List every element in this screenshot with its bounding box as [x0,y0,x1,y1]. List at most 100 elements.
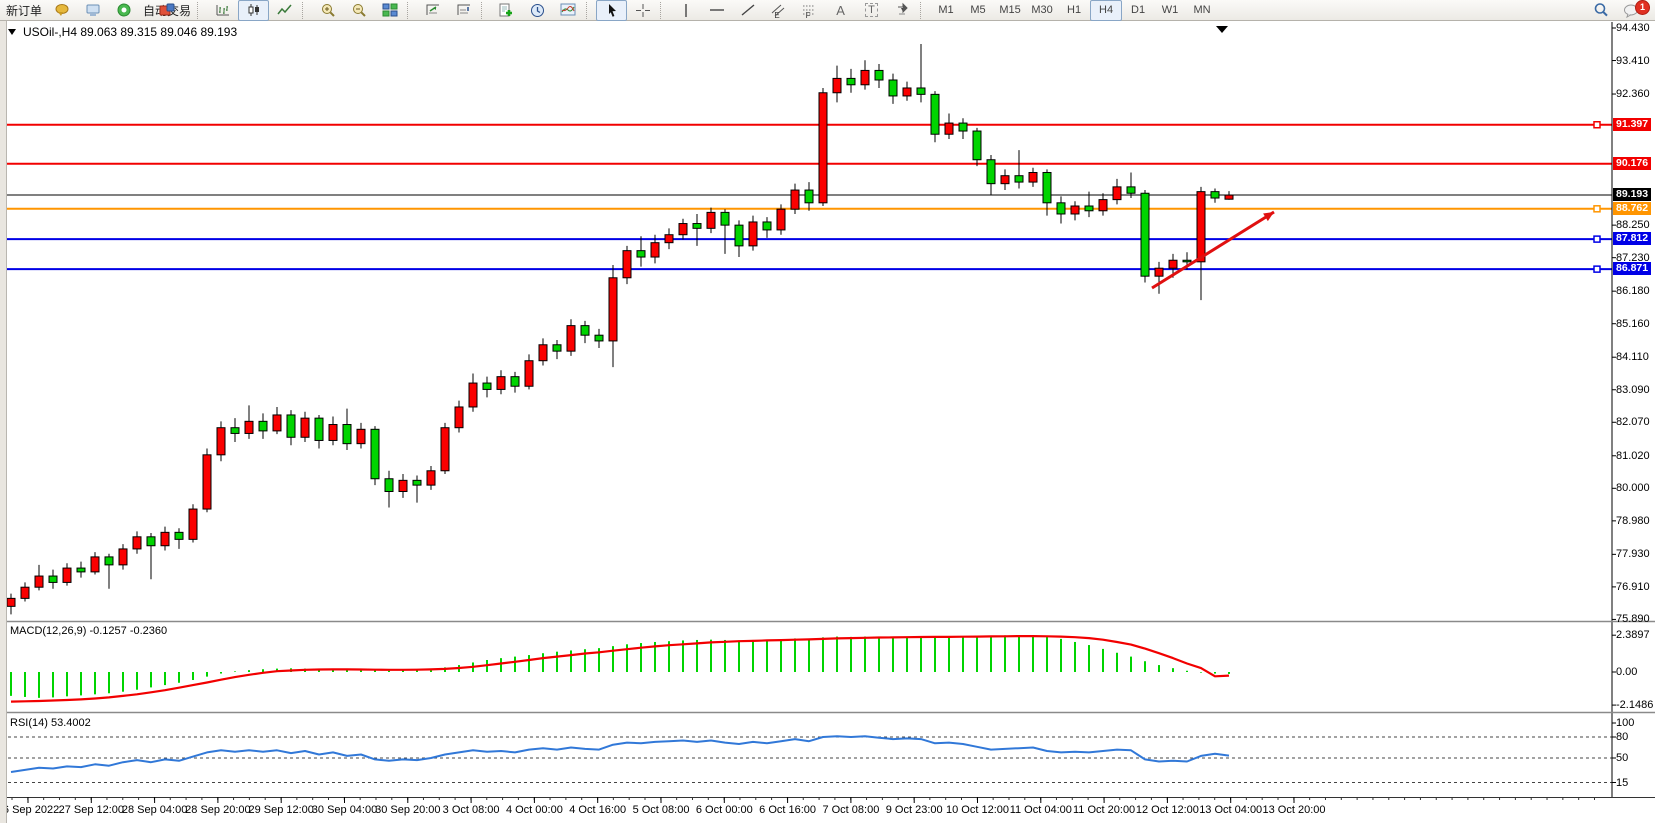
macd-indicator-label: MACD(12,26,9) -0.1257 -0.2360 [10,625,167,637]
time-tick-label: 3 Oct 08:00 [443,804,500,816]
line-chart-icon [277,3,293,17]
timeframe-button-m5[interactable]: M5 [962,0,994,21]
indicator-window-icon [425,3,441,17]
price-line-label[interactable]: 90.176 [1613,157,1651,170]
price-tick-label: 94.430 [1616,22,1650,34]
price-tick-label: 84.110 [1616,351,1649,363]
time-tick-label: 27 Sep 12:00 [59,804,124,816]
macd-tick-label: 0.00 [1616,666,1637,678]
time-tick-label: 10 Oct 12:00 [946,804,1009,816]
crosshair-button[interactable] [627,0,658,21]
toolbar-separator [407,2,415,19]
zoom-in-button[interactable] [312,0,343,21]
timeframe-button-m30[interactable]: M30 [1026,0,1058,21]
template-icon [560,3,577,17]
time-tick-label: 13 Oct 04:00 [1199,804,1262,816]
timeframe-button-w1[interactable]: W1 [1154,0,1186,21]
horizontal-line-button[interactable] [701,0,732,21]
trendline-icon [740,3,756,17]
price-line-label[interactable]: 87.812 [1613,232,1651,245]
arrows-icon [895,3,911,17]
price-line-label[interactable]: 89.193 [1613,188,1651,201]
timeframe-button-m15[interactable]: M15 [994,0,1026,21]
main-chart-plot[interactable] [6,22,1612,622]
price-tick-label: 81.020 [1616,450,1650,462]
price-tick-label: 93.410 [1616,55,1650,67]
chart-shift-marker [1216,26,1228,33]
indicator-list-button[interactable] [448,0,479,21]
timeframe-button-h1[interactable]: H1 [1058,0,1090,21]
gold-seal-icon [54,3,70,17]
horizontal-line-icon [709,3,725,17]
mt4-application: 新订单 自动交易 [0,0,1655,823]
text-tool-icon: A [836,3,845,18]
time-tick-label: 6 Oct 00:00 [696,804,753,816]
price-tick-label: 78.980 [1616,515,1650,527]
signal-icon [116,3,132,17]
chart-menu-triangle-icon[interactable] [8,29,16,35]
time-tick-label: 26 Sep 2022 [0,804,59,816]
equidistant-channel-button[interactable]: E [763,0,794,21]
zoom-out-icon [351,3,367,18]
new-order-button[interactable]: 新订单 [2,0,46,21]
candlestick-chart-button[interactable] [238,0,269,21]
crosshair-icon [635,3,651,18]
trendline-button[interactable] [732,0,763,21]
time-tick-label: 29 Sep 12:00 [248,804,313,816]
price-tick-label: 82.070 [1616,416,1650,428]
notifications-button[interactable]: 1 [1616,0,1647,21]
price-tick-label: 80.000 [1616,482,1650,494]
time-tick-label: 30 Sep 20:00 [375,804,440,816]
text-button[interactable]: A [825,0,856,21]
add-indicator-button[interactable]: ▼ [491,0,522,21]
time-tick-label: 30 Sep 04:00 [312,804,377,816]
auto-trading-button[interactable]: 自动交易 [139,0,195,21]
time-tick-label: 9 Oct 23:00 [886,804,943,816]
zoom-out-button[interactable] [343,0,374,21]
timeframe-button-mn[interactable]: MN [1186,0,1218,21]
price-tick-label: 86.180 [1616,285,1650,297]
macd-tick-label: -2.1486 [1616,699,1653,711]
time-tick-label: 6 Oct 16:00 [759,804,816,816]
chart-title-bar[interactable]: USOil-,H4 89.063 89.315 89.046 89.193 [8,24,237,39]
ticket-icon-button[interactable] [46,0,77,21]
rsi-tick-label: 100 [1616,717,1634,729]
template-button[interactable]: ▼ [553,0,584,21]
trend-arrow [1152,212,1274,288]
indicator-list-icon [456,3,472,17]
cursor-icon [605,3,619,18]
text-label-button[interactable]: T [856,0,887,21]
publisher-button[interactable] [77,0,108,21]
rsi-panel[interactable] [6,713,1612,797]
price-tick-label: 88.250 [1616,219,1650,231]
arrows-tool-button[interactable]: ▼ [887,0,918,21]
bar-chart-button[interactable] [207,0,238,21]
indicator-window-button[interactable] [417,0,448,21]
macd-panel[interactable] [6,622,1612,712]
timeframe-button-h4[interactable]: H4 [1090,0,1122,21]
period-button[interactable]: ▼ [522,0,553,21]
publisher-icon [85,3,101,17]
signal-button[interactable] [108,0,139,21]
window-left-border [0,21,7,823]
price-line-label[interactable]: 91.397 [1613,118,1651,131]
timeframe-button-m1[interactable]: M1 [930,0,962,21]
tile-windows-button[interactable] [374,0,405,21]
vertical-line-button[interactable] [670,0,701,21]
new-order-label: 新订单 [6,2,42,19]
cursor-button[interactable] [596,0,627,21]
rsi-tick-label: 50 [1616,752,1628,764]
rsi-line [11,736,1229,772]
text-label-icon: T [865,3,878,17]
search-button[interactable] [1585,0,1616,21]
channel-icon [770,3,787,18]
price-tick-label: 75.890 [1616,613,1650,625]
bar-chart-icon [215,3,231,17]
time-tick-label: 12 Oct 12:00 [1136,804,1199,816]
line-chart-button[interactable] [269,0,300,21]
candlestick-chart-icon [246,3,262,17]
price-line-label[interactable]: 88.762 [1613,202,1651,215]
timeframe-button-d1[interactable]: D1 [1122,0,1154,21]
fibonacci-button[interactable]: F [794,0,825,21]
price-line-label[interactable]: 86.871 [1613,262,1651,275]
